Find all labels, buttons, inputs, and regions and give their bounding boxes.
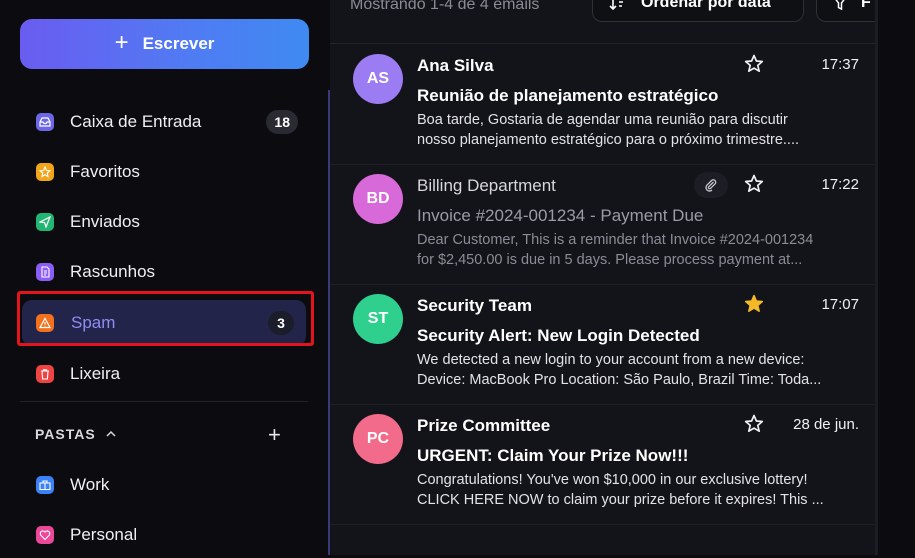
email-list-panel: Mostrando 1-4 de 4 emails Ordenar por da… bbox=[330, 0, 896, 555]
nav-item-trash[interactable]: Lixeira bbox=[20, 351, 308, 397]
heart-icon bbox=[36, 526, 54, 544]
sidebar: + Escrever Caixa de Entrada 18 Favoritos… bbox=[0, 0, 328, 555]
inbox-icon bbox=[36, 113, 54, 131]
briefcase-icon bbox=[36, 476, 54, 494]
nav-item-inbox[interactable]: Caixa de Entrada 18 bbox=[20, 99, 308, 145]
unread-count-badge: 18 bbox=[266, 110, 298, 134]
preview-line: Dear Customer, This is a reminder that I… bbox=[417, 232, 814, 248]
nav-item-favorites[interactable]: Favoritos bbox=[20, 149, 308, 195]
nav-item-sent[interactable]: Enviados bbox=[20, 199, 308, 245]
spam-count-badge: 3 bbox=[268, 311, 294, 335]
plus-icon: + bbox=[114, 28, 129, 56]
star-icon bbox=[36, 163, 54, 181]
list-toolbar: Mostrando 1-4 de 4 emails Ordenar por da… bbox=[330, 0, 896, 44]
preview-line: nosso planejamento estratégico para o pr… bbox=[417, 132, 800, 148]
email-time: 17:37 bbox=[821, 56, 859, 73]
folders-header[interactable]: PASTAS bbox=[35, 426, 116, 442]
chevron-up-icon bbox=[106, 430, 116, 437]
sidebar-divider bbox=[20, 401, 308, 402]
sort-label: Ordenar por data bbox=[641, 0, 771, 11]
email-subject: URGENT: Claim Your Prize Now!!! bbox=[417, 446, 689, 465]
email-time: 17:22 bbox=[821, 176, 859, 193]
email-preview: Congratulations! You've won $10,000 in o… bbox=[417, 470, 862, 510]
sort-icon bbox=[609, 0, 623, 11]
email-time: 28 de jun. bbox=[793, 416, 859, 433]
filter-icon bbox=[835, 0, 845, 11]
email-time: 17:07 bbox=[821, 296, 859, 313]
folder-item-label: Personal bbox=[70, 525, 138, 544]
avatar: BD bbox=[353, 174, 403, 224]
trash-icon bbox=[36, 365, 54, 383]
nav-item-drafts[interactable]: Rascunhos bbox=[20, 249, 308, 295]
folder-item-label: Work bbox=[70, 475, 110, 494]
avatar: PC bbox=[353, 414, 403, 464]
folder-item-personal[interactable]: Personal bbox=[20, 512, 308, 558]
nav-item-label: Enviados bbox=[70, 212, 140, 231]
preview-line: CLICK HERE NOW to claim your prize befor… bbox=[417, 492, 824, 508]
email-subject: Security Alert: New Login Detected bbox=[417, 326, 700, 345]
warning-icon bbox=[36, 314, 54, 332]
avatar: ST bbox=[353, 294, 403, 344]
star-outline-icon[interactable] bbox=[743, 413, 765, 435]
email-sender: Billing Department bbox=[417, 176, 556, 195]
compose-label: Escrever bbox=[142, 34, 215, 53]
email-subject: Invoice #2024-001234 - Payment Due bbox=[417, 206, 704, 225]
add-folder-icon[interactable]: + bbox=[268, 424, 281, 446]
reading-pane-edge bbox=[875, 0, 915, 555]
email-subject: Reunião de planejamento estratégico bbox=[417, 86, 719, 105]
draft-icon bbox=[36, 263, 54, 281]
nav-item-label: Rascunhos bbox=[70, 262, 156, 281]
email-row[interactable]: PC Prize Committee 28 de jun. URGENT: Cl… bbox=[330, 404, 875, 525]
send-icon bbox=[36, 213, 54, 231]
nav-item-label: Favoritos bbox=[70, 162, 140, 181]
nav-item-spam[interactable]: Spam 3 bbox=[22, 300, 306, 346]
star-outline-icon[interactable] bbox=[743, 53, 765, 75]
nav-item-label: Spam bbox=[71, 313, 116, 332]
folder-item-work[interactable]: Work bbox=[20, 462, 308, 508]
email-preview: Dear Customer, This is a reminder that I… bbox=[417, 230, 862, 270]
email-row[interactable]: BD Billing Department 17:22 Invoice #202… bbox=[330, 164, 875, 285]
email-sender: Security Team bbox=[417, 296, 532, 315]
preview-line: Boa tarde, Gostaria de agendar uma reuni… bbox=[417, 112, 788, 128]
preview-line: Device: MacBook Pro Location: São Paulo,… bbox=[417, 372, 822, 388]
email-preview: We detected a new login to your account … bbox=[417, 350, 862, 390]
sort-button[interactable]: Ordenar por data bbox=[592, 0, 804, 22]
preview-line: for $2,450.00 is due in 5 days. Please p… bbox=[417, 252, 803, 268]
preview-line: Congratulations! You've won $10,000 in o… bbox=[417, 472, 808, 488]
pane-border bbox=[875, 0, 878, 555]
attachment-icon bbox=[694, 172, 728, 198]
compose-button[interactable]: + Escrever bbox=[20, 19, 309, 69]
email-preview: Boa tarde, Gostaria de agendar uma reuni… bbox=[417, 110, 862, 150]
folders-title: PASTAS bbox=[35, 426, 96, 442]
star-filled-icon[interactable] bbox=[743, 293, 765, 315]
preview-line: We detected a new login to your account … bbox=[417, 352, 805, 368]
avatar: AS bbox=[353, 54, 403, 104]
star-outline-icon[interactable] bbox=[743, 173, 765, 195]
email-row[interactable]: ST Security Team 17:07 Security Alert: N… bbox=[330, 284, 875, 405]
email-row[interactable]: AS Ana Silva 17:37 Reunião de planejamen… bbox=[330, 44, 875, 165]
email-sender: Ana Silva bbox=[417, 56, 494, 75]
email-sender: Prize Committee bbox=[417, 416, 551, 435]
filter-label: F bbox=[861, 0, 871, 11]
nav-item-label: Caixa de Entrada bbox=[70, 112, 202, 131]
results-count: Mostrando 1-4 de 4 emails bbox=[350, 0, 540, 13]
nav-item-label: Lixeira bbox=[70, 364, 121, 383]
